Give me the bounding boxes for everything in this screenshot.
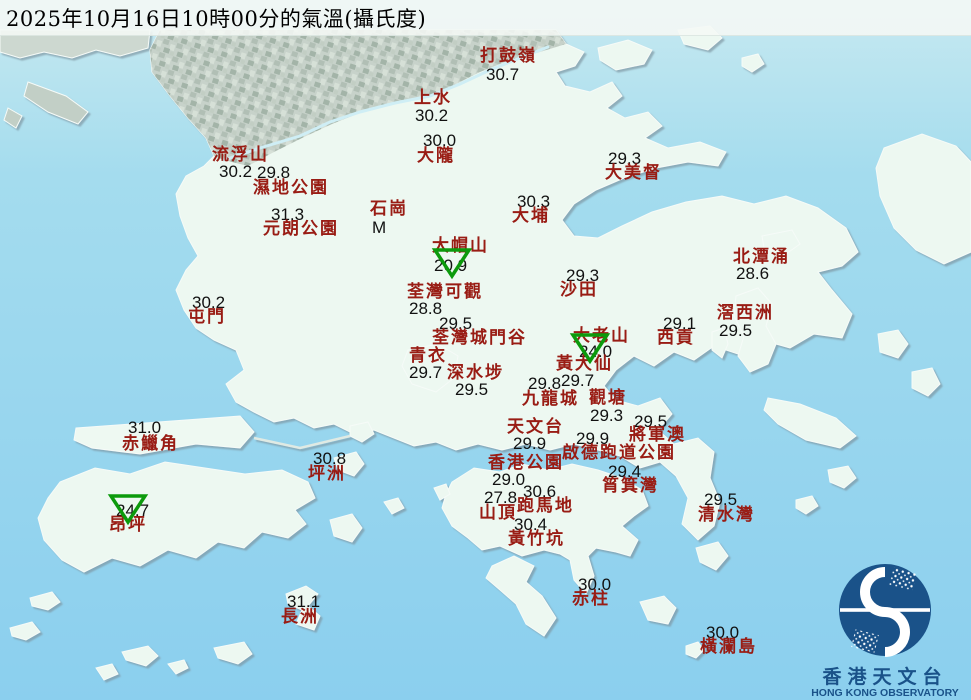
title-bar: 2025年10月16日10時00分的氣溫(攝氏度) [0, 0, 971, 36]
map-title: 2025年10月16日10時00分的氣溫(攝氏度) [0, 3, 426, 33]
hko-logo: 香港天文台 HONG KONG OBSERVATORY [801, 558, 969, 700]
hko-logo-name-zh: 香港天文台 [801, 667, 969, 688]
hko-logo-name-en: HONG KONG OBSERVATORY [801, 687, 969, 700]
weather-map-screen: 30.7打鼓嶺30.2上水30.0大隴30.2流浮山29.8濕地公園31.3元朗… [0, 0, 971, 700]
hko-logo-icon [833, 558, 937, 662]
